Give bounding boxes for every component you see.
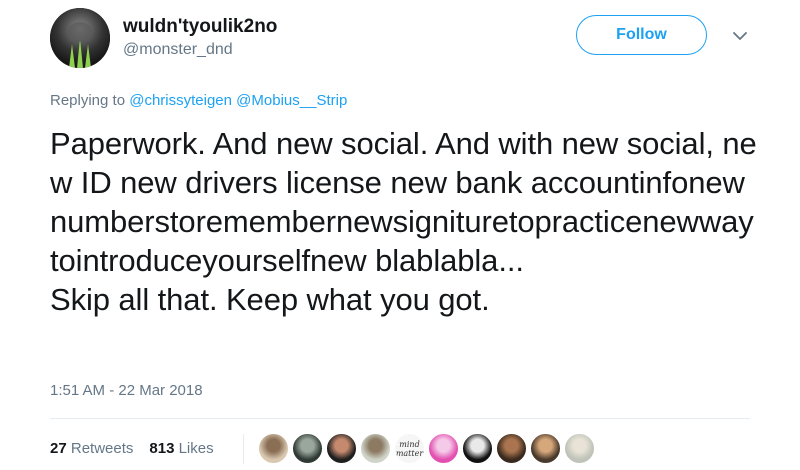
liker-3-avatar[interactable]: [326, 433, 357, 464]
replying-to: Replying to @chrissyteigen @Mobius__Stri…: [50, 92, 347, 109]
mention-link[interactable]: @Mobius__Strip: [236, 92, 347, 109]
liker-6-avatar[interactable]: [428, 433, 459, 464]
liker-8-avatar[interactable]: [496, 433, 527, 464]
likes-stat[interactable]: 813 Likes: [149, 440, 213, 457]
liker-5-avatar[interactable]: mind matter: [394, 433, 425, 464]
retweets-count: 27: [50, 440, 67, 457]
author-display-name[interactable]: wuldn'tyoulik2no: [123, 16, 277, 38]
tweet-stats: 27 Retweets 813 Likes: [50, 440, 214, 457]
liker-avatar-word: mind: [399, 439, 420, 449]
follow-button[interactable]: Follow: [576, 15, 707, 55]
mention-link[interactable]: @chrissyteigen: [129, 92, 232, 109]
liker-4-avatar[interactable]: [360, 433, 391, 464]
liker-9-avatar[interactable]: [530, 433, 561, 464]
tweet-header: wuldn'tyoulik2no @monster_dnd Follow: [50, 8, 760, 70]
liker-avatar-logo: mind matter: [395, 434, 424, 463]
retweets-stat[interactable]: 27 Retweets: [50, 440, 133, 457]
liker-2-avatar[interactable]: [292, 433, 323, 464]
likes-count: 813: [149, 440, 175, 457]
tweet-card: wuldn'tyoulik2no @monster_dnd Follow Rep…: [0, 0, 800, 470]
stats-divider: [243, 434, 244, 464]
author-screen-name[interactable]: @monster_dnd: [123, 41, 233, 59]
tweet-text: Paperwork. And new social. And with new …: [50, 126, 757, 317]
retweets-label: Retweets: [70, 440, 134, 457]
likes-label: Likes: [178, 440, 214, 457]
liker-7-avatar[interactable]: [462, 433, 493, 464]
chevron-down-icon[interactable]: [730, 26, 750, 46]
tweet-timestamp[interactable]: 1:51 AM - 22 Mar 2018: [50, 382, 203, 399]
replying-prefix: Replying to: [50, 92, 126, 109]
liker-1-avatar[interactable]: [258, 433, 289, 464]
likers-list: mind matter: [258, 433, 595, 464]
liker-avatar-word: matter: [395, 448, 424, 458]
liker-10-avatar[interactable]: [564, 433, 595, 464]
author-avatar[interactable]: [50, 8, 110, 68]
divider: [50, 418, 750, 419]
monster-logo-icon: [50, 8, 110, 68]
